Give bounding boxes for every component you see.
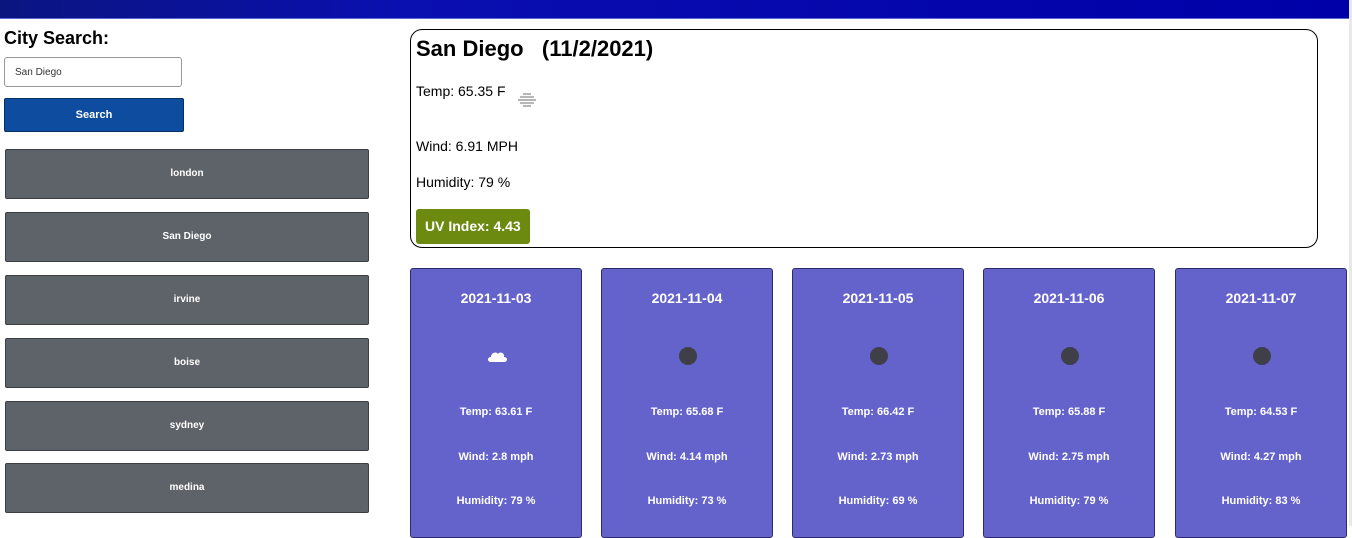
forecast-date: 2021-11-03	[460, 290, 532, 306]
forecast-card: 2021-11-04 Temp: 65.68 F Wind: 4.14 mph …	[601, 268, 773, 538]
forecast-card: 2021-11-07 Temp: 64.53 F Wind: 4.27 mph …	[1175, 268, 1347, 538]
forecast-temp: Temp: 65.88 F	[1032, 406, 1106, 418]
forecast-date: 2021-11-04	[651, 290, 723, 306]
forecast-temp: Temp: 63.61 F	[459, 406, 533, 418]
forecast-humidity: Humidity: 83 %	[1221, 495, 1301, 507]
history-button-boise[interactable]: boise	[5, 338, 369, 388]
current-city-title: San Diego (11/2/2021)	[416, 36, 654, 61]
forecast-card: 2021-11-06 Temp: 65.88 F Wind: 2.75 mph …	[983, 268, 1155, 538]
forecast-humidity: Humidity: 69 %	[838, 495, 918, 507]
history-button-london[interactable]: london	[5, 149, 369, 199]
forecast-temp: Temp: 65.68 F	[650, 406, 724, 418]
forecast-humidity: Humidity: 79 %	[456, 495, 536, 507]
dark-circle-icon	[679, 347, 697, 365]
header-bar	[0, 0, 1349, 19]
forecast-wind: Wind: 4.14 mph	[646, 451, 728, 463]
search-history-list: london San Diego irvine boise sydney med…	[5, 149, 369, 526]
forecast-date: 2021-11-06	[1033, 290, 1105, 306]
history-button-medina[interactable]: medina	[5, 463, 369, 513]
uv-index-badge: UV Index: 4.43	[416, 209, 530, 244]
forecast-wind: Wind: 2.73 mph	[837, 451, 919, 463]
forecast-humidity: Humidity: 79 %	[1029, 495, 1109, 507]
sidebar: City Search: Search london San Diego irv…	[0, 18, 380, 526]
forecast-date: 2021-11-07	[1225, 290, 1297, 306]
forecast-wind: Wind: 4.27 mph	[1220, 451, 1302, 463]
search-button[interactable]: Search	[4, 98, 184, 132]
forecast-temp: Temp: 64.53 F	[1224, 406, 1298, 418]
cloud-icon	[488, 352, 507, 362]
five-day-forecast: 2021-11-03 Temp: 63.61 F Wind: 2.8 mph H…	[410, 268, 1352, 538]
current-wind: Wind: 6.91 MPH	[416, 138, 518, 154]
mist-icon	[518, 93, 536, 107]
forecast-card: 2021-11-03 Temp: 63.61 F Wind: 2.8 mph H…	[410, 268, 582, 538]
history-button-irvine[interactable]: irvine	[5, 275, 369, 325]
current-weather-card: San Diego (11/2/2021) Temp: 65.35 F Wind…	[410, 29, 1318, 248]
dark-circle-icon	[870, 347, 888, 365]
city-search-label: City Search:	[4, 28, 110, 48]
dark-circle-icon	[1253, 347, 1271, 365]
current-temp: Temp: 65.35 F	[416, 83, 506, 99]
forecast-date: 2021-11-05	[842, 290, 914, 306]
forecast-card: 2021-11-05 Temp: 66.42 F Wind: 2.73 mph …	[792, 268, 964, 538]
forecast-humidity: Humidity: 73 %	[647, 495, 727, 507]
history-button-san-diego[interactable]: San Diego	[5, 212, 369, 262]
dark-circle-icon	[1061, 347, 1079, 365]
history-button-sydney[interactable]: sydney	[5, 400, 369, 451]
forecast-temp: Temp: 66.42 F	[841, 406, 915, 418]
forecast-wind: Wind: 2.75 mph	[1028, 451, 1110, 463]
current-humidity: Humidity: 79 %	[416, 174, 511, 190]
city-search-input[interactable]	[4, 57, 182, 87]
forecast-wind: Wind: 2.8 mph	[458, 451, 534, 463]
